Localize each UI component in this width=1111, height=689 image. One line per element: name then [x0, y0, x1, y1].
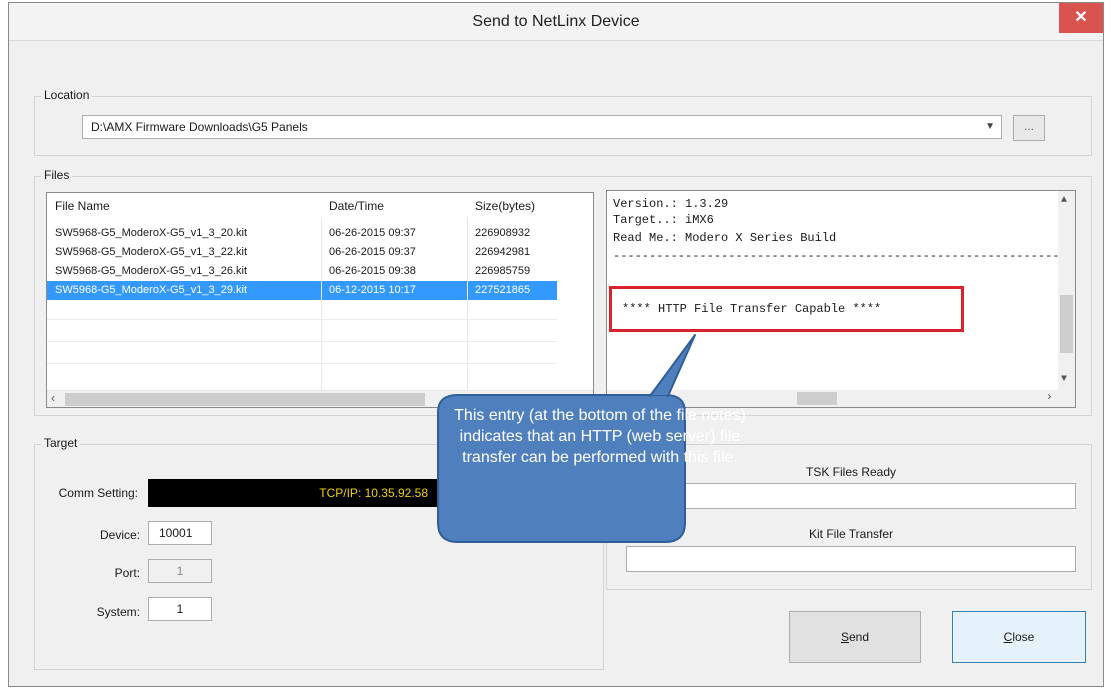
files-list-header: File Name Date/Time Size(bytes): [47, 193, 593, 217]
http-capable-highlight: **** HTTP File Transfer Capable ****: [609, 286, 964, 332]
notes-line-target: Target..: iMX6: [613, 213, 714, 227]
chevron-down-icon: ▼: [985, 121, 995, 132]
row-file-name: SW5968-G5_ModeroX-G5_v1_3_26.kit: [55, 265, 247, 277]
row-file-name: SW5968-G5_ModeroX-G5_v1_3_20.kit: [55, 227, 247, 239]
notes-line-readme: Read Me.: Modero X Series Build: [613, 231, 837, 245]
scrollbar-thumb[interactable]: [65, 393, 425, 406]
scrollbar-thumb[interactable]: [797, 392, 837, 405]
system-label: System:: [96, 605, 140, 619]
row-datetime: 06-26-2015 09:37: [329, 246, 416, 258]
files-group-label: Files: [41, 168, 73, 182]
close-button[interactable]: Close: [952, 611, 1086, 663]
notes-line-version: Version.: 1.3.29: [613, 197, 729, 211]
chevron-up-icon[interactable]: ▲: [1061, 195, 1067, 206]
browse-button[interactable]: ...: [1013, 115, 1045, 141]
port-label: Port:: [114, 566, 140, 580]
title-bar: Send to NetLinx Device ✕: [9, 3, 1103, 41]
row-size: 227521865: [475, 284, 531, 296]
system-input[interactable]: 1: [148, 597, 212, 621]
location-path-select[interactable]: D:\AMX Firmware Downloads\G5 Panels ▼: [82, 115, 1002, 139]
table-row-selected[interactable]: SW5968-G5_ModeroX-G5_v1_3_29.kit 06-12-2…: [47, 281, 557, 300]
comm-setting-display[interactable]: TCP/IP: 10.35.92.58: [148, 479, 448, 507]
row-datetime: 06-26-2015 09:38: [329, 265, 416, 277]
close-label: lose: [1012, 630, 1035, 644]
location-group-label: Location: [41, 88, 93, 102]
window-title: Send to NetLinx Device: [472, 13, 640, 30]
location-path-value: D:\AMX Firmware Downloads\G5 Panels: [91, 120, 308, 134]
row-size: 226942981: [475, 246, 531, 258]
device-input[interactable]: 10001: [148, 521, 212, 545]
close-window-icon[interactable]: ✕: [1059, 3, 1103, 33]
target-group-label: Target: [41, 436, 81, 450]
row-datetime: 06-26-2015 09:37: [329, 227, 416, 239]
chevron-left-icon[interactable]: ‹: [51, 391, 55, 405]
callout-text: This entry (at the bottom of the file no…: [454, 407, 746, 466]
row-size: 226985759: [475, 265, 531, 277]
send-button[interactable]: Send: [789, 611, 921, 663]
chevron-down-icon[interactable]: ▼: [1061, 374, 1067, 385]
device-label: Device:: [99, 528, 140, 542]
table-row[interactable]: SW5968-G5_ModeroX-G5_v1_3_22.kit 06-26-2…: [47, 243, 557, 262]
column-header-file-name[interactable]: File Name: [55, 199, 110, 213]
column-header-datetime[interactable]: Date/Time: [329, 199, 384, 213]
notes-vertical-scrollbar[interactable]: ▲ ▼: [1058, 191, 1075, 407]
port-input: 1: [148, 559, 212, 583]
send-hotkey: S: [840, 630, 849, 644]
row-file-name: SW5968-G5_ModeroX-G5_v1_3_22.kit: [55, 246, 247, 258]
row-size: 226908932: [475, 227, 531, 239]
send-label: end: [848, 630, 870, 644]
row-file-name: SW5968-G5_ModeroX-G5_v1_3_29.kit: [55, 284, 247, 296]
scrollbar-thumb[interactable]: [1060, 295, 1073, 353]
row-divider: [47, 319, 557, 320]
column-header-size[interactable]: Size(bytes): [475, 199, 535, 213]
table-row[interactable]: SW5968-G5_ModeroX-G5_v1_3_26.kit 06-26-2…: [47, 262, 557, 281]
column-divider: [321, 217, 322, 397]
comm-setting-label: Comm Setting:: [58, 486, 138, 500]
table-row[interactable]: SW5968-G5_ModeroX-G5_v1_3_20.kit 06-26-2…: [47, 224, 557, 243]
chevron-right-icon[interactable]: ›: [1046, 390, 1053, 404]
row-datetime: 06-12-2015 10:17: [329, 284, 416, 296]
notes-separator: ----------------------------------------…: [613, 249, 1074, 263]
